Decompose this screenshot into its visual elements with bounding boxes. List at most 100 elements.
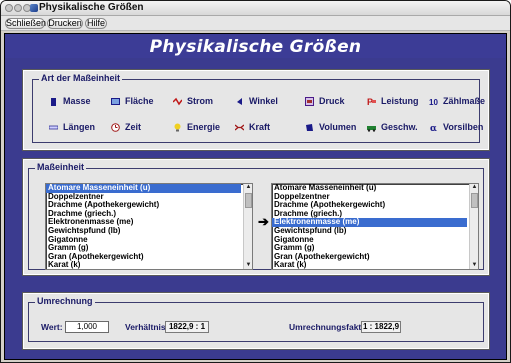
unit-type-laengen[interactable]: Längen xyxy=(48,121,96,133)
list-item[interactable]: Gran (Apothekergewicht) xyxy=(272,253,467,262)
unit-type-winkel[interactable]: Winkel xyxy=(235,95,278,107)
unit-type-geschw[interactable]: Geschw. xyxy=(367,121,418,133)
main-content: Physikalische Größen Art der Maßeinheit … xyxy=(4,33,507,360)
bulb-icon xyxy=(173,123,182,132)
list-item[interactable]: Atomare Masseneinheit (u) xyxy=(46,184,241,193)
close-window-button[interactable] xyxy=(5,4,13,12)
volume-icon xyxy=(305,123,314,132)
factor-value: 1 : 1822,9 xyxy=(361,321,401,333)
menu-hilfe[interactable]: Hilfe xyxy=(85,18,107,29)
unit-type-druck[interactable]: Druck xyxy=(305,95,345,107)
unit-type-label: Volumen xyxy=(319,122,357,132)
menu-drucken[interactable]: Drucken xyxy=(47,18,83,29)
units-group: Maßeinheit Atomare Masseneinheit (u) Dopp… xyxy=(28,162,484,270)
unit-type-label: Fläche xyxy=(125,96,154,106)
app-window: Physikalische Größen Schließen Drucken H… xyxy=(0,0,511,363)
list-item[interactable]: Drachme (griech.) xyxy=(272,210,467,219)
clock-icon xyxy=(111,122,120,132)
list-item[interactable]: Gran (Apothekergewicht) xyxy=(46,253,241,262)
value-label: Wert: xyxy=(41,322,63,332)
unit-type-zaehlmasse[interactable]: 10 Zählmaße xyxy=(429,95,485,107)
list-item[interactable]: Gramm (g) xyxy=(46,244,241,253)
list-item[interactable]: Elektronenmasse (me) xyxy=(272,218,467,227)
list-item[interactable]: Drachme (Apothekergewicht) xyxy=(272,201,467,210)
title-bar: Physikalische Größen xyxy=(1,1,510,16)
unit-type-label: Zählmaße xyxy=(443,96,486,106)
scrollbar[interactable]: ▲ ▼ xyxy=(469,184,478,269)
power-icon: P xyxy=(367,97,376,107)
unit-type-flaeche[interactable]: Fläche xyxy=(111,95,154,107)
list-item[interactable]: Drachme (Apothekergewicht) xyxy=(46,201,241,210)
window-title: Physikalische Größen xyxy=(39,2,144,13)
units-panel: Maßeinheit Atomare Masseneinheit (u) Dopp… xyxy=(23,159,489,275)
scroll-thumb[interactable] xyxy=(245,193,252,208)
scroll-down-icon[interactable]: ▼ xyxy=(245,262,252,269)
scroll-up-icon[interactable]: ▲ xyxy=(245,184,252,191)
list-item[interactable]: Karat (k) xyxy=(46,261,241,269)
app-icon xyxy=(30,4,38,12)
unit-type-label: Vorsilben xyxy=(443,122,484,132)
unit-type-label: Kraft xyxy=(249,122,271,132)
unit-type-zeit[interactable]: Zeit xyxy=(111,121,141,133)
count-icon: 10 xyxy=(429,97,438,107)
unit-type-masse[interactable]: Masse xyxy=(49,95,91,107)
list-item[interactable]: Doppelzentner xyxy=(46,193,241,202)
list-item[interactable]: Karat (k) xyxy=(272,261,467,269)
unit-type-label: Geschw. xyxy=(381,122,418,132)
list-item[interactable]: Doppelzentner xyxy=(272,193,467,202)
unit-type-label: Zeit xyxy=(125,122,142,132)
unit-type-label: Winkel xyxy=(249,96,278,106)
conversion-group: Umrechnung Wert: 1,000 Verhältnis: 1822,… xyxy=(28,296,484,342)
svg-text:10: 10 xyxy=(429,98,438,106)
unit-type-leistung[interactable]: P Leistung xyxy=(367,95,419,107)
unit-type-label: Längen xyxy=(63,122,96,132)
source-unit-list[interactable]: Atomare Masseneinheit (u) Doppelzentner Dr… xyxy=(45,183,253,270)
prefix-icon: α xyxy=(429,123,438,134)
list-item[interactable]: Gigatonne xyxy=(272,236,467,245)
ratio-value: 1822,9 : 1 xyxy=(165,321,209,333)
ratio-label: Verhältnis: xyxy=(125,322,169,332)
target-unit-list[interactable]: Atomare Masseneinheit (u) Doppelzentner Dr… xyxy=(271,183,479,270)
angle-icon xyxy=(235,97,244,106)
list-item[interactable]: Gewichtspfund (lb) xyxy=(46,227,241,236)
list-item[interactable]: Gramm (g) xyxy=(272,244,467,253)
unit-type-label: Druck xyxy=(319,96,345,106)
scrollbar[interactable]: ▲ ▼ xyxy=(243,184,252,269)
unit-type-group: Art der Maßeinheit Masse Fläche Strom Wi… xyxy=(32,73,485,143)
area-icon xyxy=(111,97,120,106)
page-title: Physikalische Größen xyxy=(149,37,362,57)
unit-type-energie[interactable]: Energie xyxy=(173,121,220,133)
unit-type-panel: Art der Maßeinheit Masse Fläche Strom Wi… xyxy=(23,70,489,150)
scroll-thumb[interactable] xyxy=(471,193,478,208)
unit-type-volumen[interactable]: Volumen xyxy=(305,121,356,133)
svg-text:α: α xyxy=(430,124,437,132)
unit-type-vorsilben[interactable]: α Vorsilben xyxy=(429,121,484,134)
current-icon xyxy=(172,97,183,106)
list-item[interactable]: Elektronenmasse (me) xyxy=(46,218,241,227)
conversion-legend: Umrechnung xyxy=(35,296,95,306)
speed-icon xyxy=(367,123,376,132)
unit-type-legend: Art der Maßeinheit xyxy=(39,73,123,83)
list-item[interactable]: Atomare Masseneinheit (u) xyxy=(272,184,467,193)
minimize-window-button[interactable] xyxy=(14,4,22,12)
header-band: Physikalische Größen xyxy=(5,34,506,58)
scroll-down-icon[interactable]: ▼ xyxy=(471,262,478,269)
ruler-icon xyxy=(48,123,59,132)
pressure-icon xyxy=(305,96,314,106)
arrow-right-icon: ➔ xyxy=(258,214,269,229)
unit-type-strom[interactable]: Strom xyxy=(172,95,214,107)
units-legend: Maßeinheit xyxy=(35,162,87,172)
menu-schliessen[interactable]: Schließen xyxy=(5,18,46,29)
list-item[interactable]: Gigatonne xyxy=(46,236,241,245)
scroll-up-icon[interactable]: ▲ xyxy=(471,184,478,191)
force-icon xyxy=(234,123,245,132)
list-item[interactable]: Gewichtspfund (lb) xyxy=(272,227,467,236)
weight-icon xyxy=(49,97,58,106)
unit-type-label: Strom xyxy=(187,96,214,106)
value-input[interactable]: 1,000 xyxy=(65,321,109,333)
unit-type-label: Energie xyxy=(187,122,221,132)
menu-bar: Schließen Drucken Hilfe xyxy=(1,16,510,31)
unit-type-label: Masse xyxy=(63,96,91,106)
unit-type-kraft[interactable]: Kraft xyxy=(234,121,271,133)
list-item[interactable]: Drachme (griech.) xyxy=(46,210,241,219)
